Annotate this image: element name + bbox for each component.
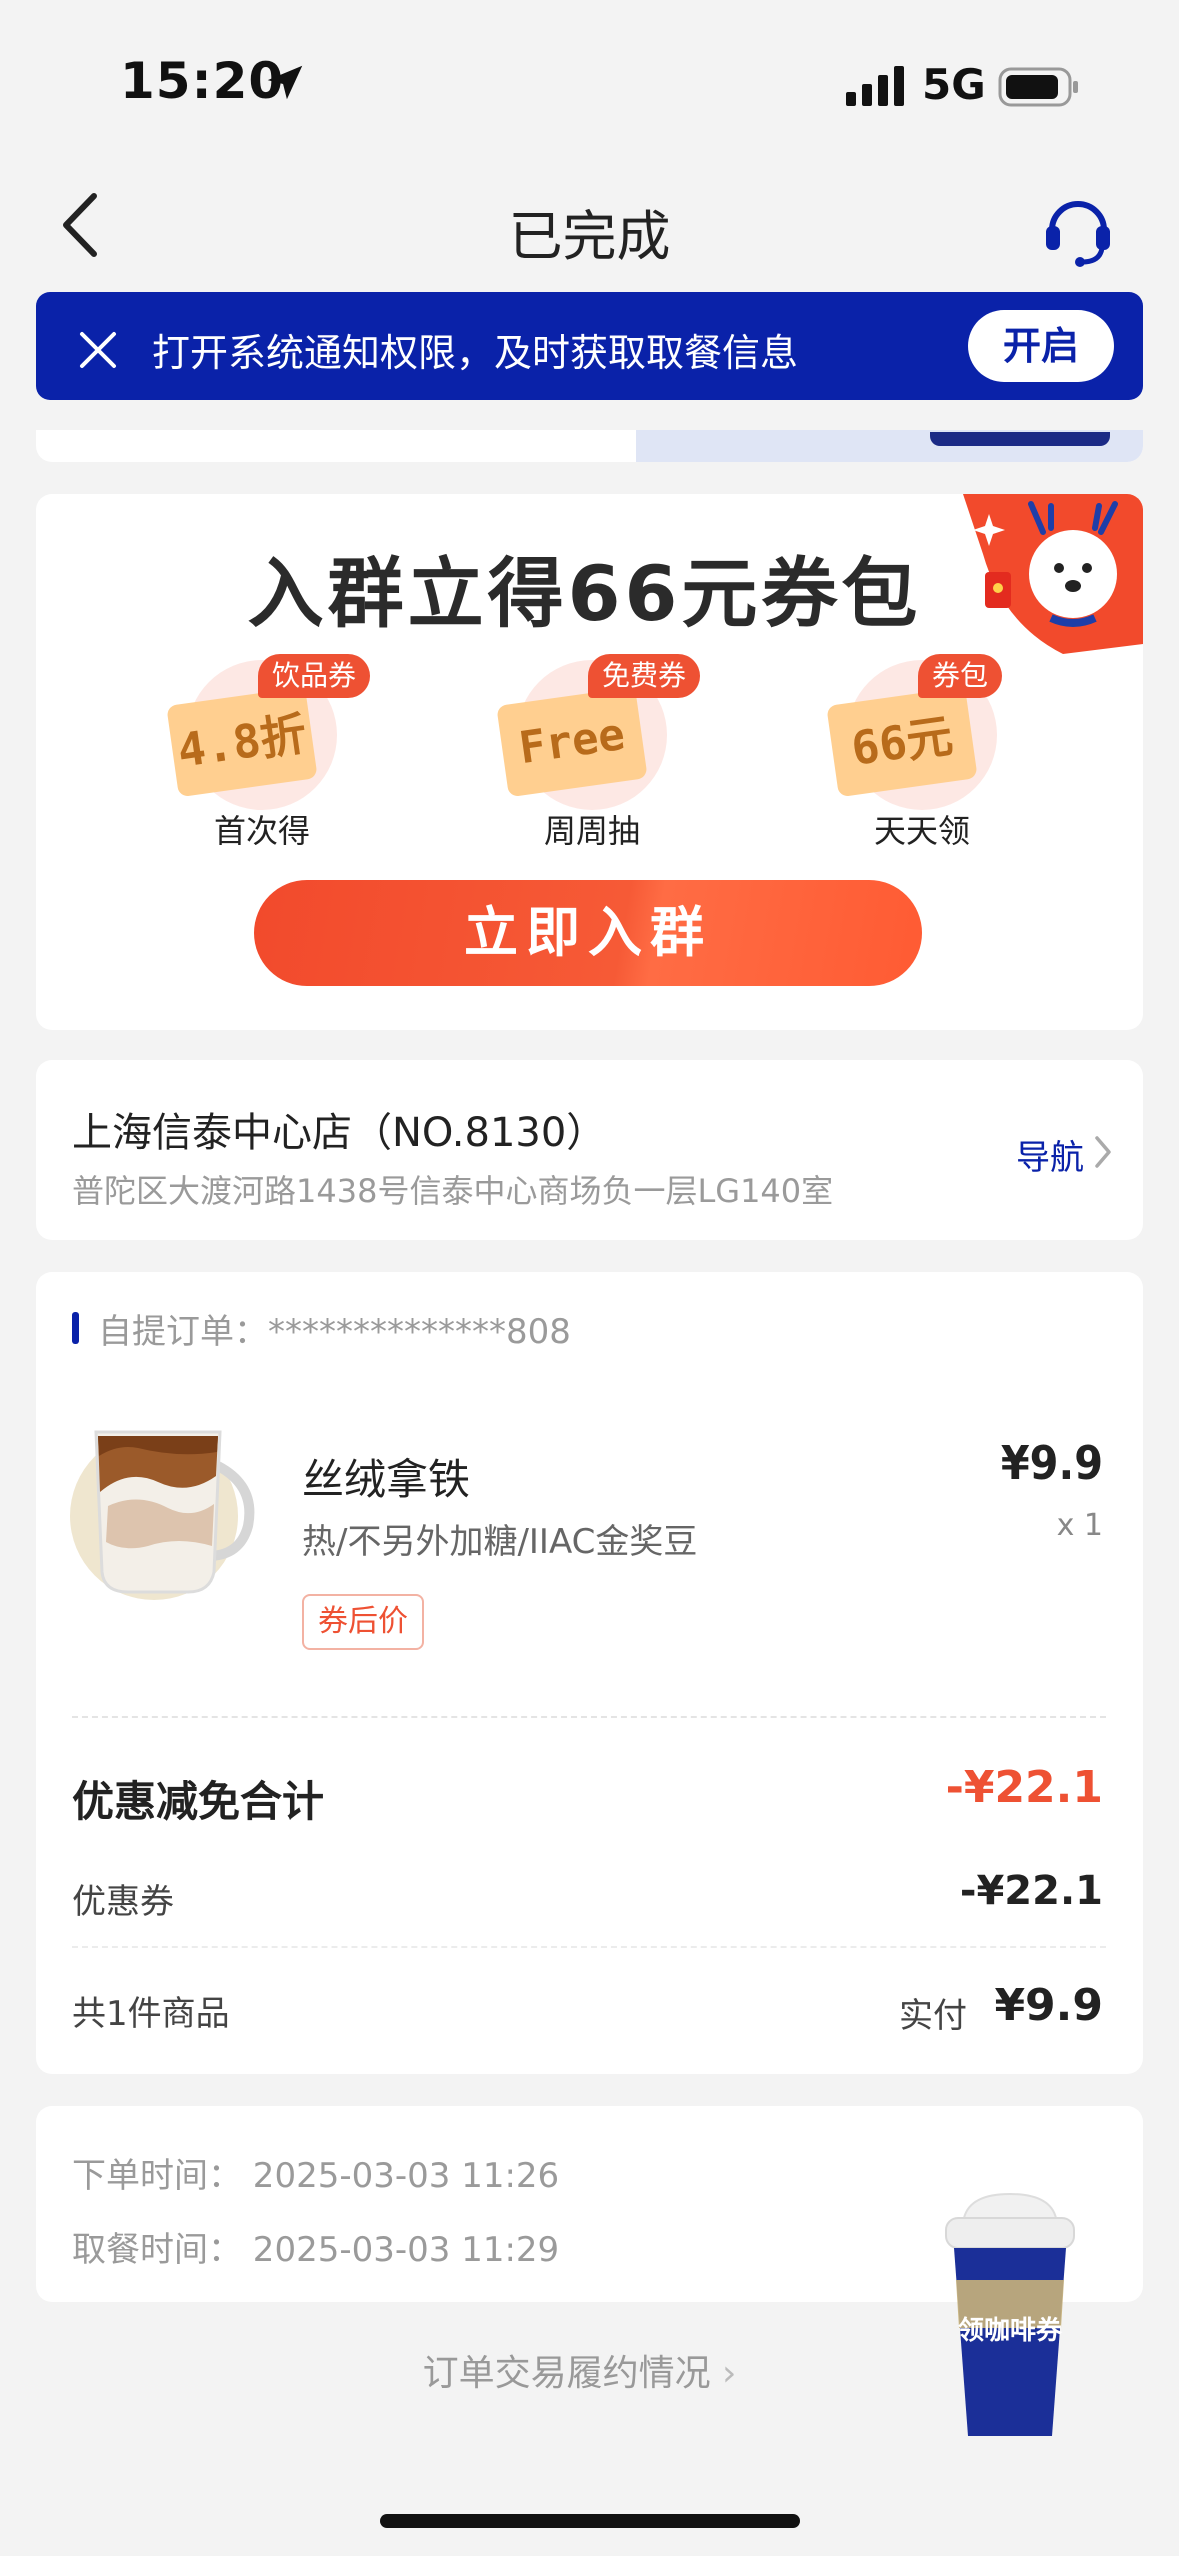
status-time: 15:20: [120, 52, 285, 110]
product-name: 丝绒拿铁: [302, 1455, 471, 1504]
item-count-label: 共1件商品: [72, 1994, 230, 2034]
order-number-row: 自提订单：**************808: [98, 1304, 571, 1353]
order-number: **************808: [268, 1312, 571, 1352]
coupon-drink: 4.8折 饮品券 首次得: [142, 654, 382, 860]
coupon-line-value: -¥22.1: [959, 1868, 1103, 1914]
coupon-ticket-icon: 4.8折: [166, 686, 318, 798]
coupon-ticket-icon: 66元: [826, 686, 978, 798]
home-indicator[interactable]: [380, 2514, 800, 2528]
coupon-label: 周周抽: [543, 812, 640, 850]
product-quantity: x 1: [1056, 1508, 1103, 1543]
coupon-badge: 券包: [918, 654, 1003, 698]
banner-image-detail: [930, 432, 1110, 446]
paid-label: 实付: [899, 1996, 967, 2036]
battery-icon: [998, 67, 1078, 107]
product-price: ¥9.9: [1000, 1436, 1103, 1490]
coupon-badge: 免费券: [588, 654, 701, 698]
join-group-button[interactable]: 立即入群: [254, 880, 922, 986]
coupon-ticket-icon: Free: [496, 686, 648, 798]
divider: [72, 1946, 1106, 1948]
store-name: 上海信泰中心店（NO.8130）: [72, 1110, 607, 1156]
discount-total-value: -¥22.1: [945, 1762, 1103, 1813]
customer-service-headset-icon[interactable]: [1040, 188, 1116, 268]
signal-icon: [846, 66, 904, 106]
close-icon[interactable]: [78, 330, 118, 370]
location-arrow-icon: [267, 65, 303, 100]
product-spec: 热/不另外加糖/IIAC金奖豆: [302, 1522, 698, 1562]
navigation-link[interactable]: 导航: [1016, 1130, 1084, 1179]
coupon-label: 首次得: [213, 812, 310, 850]
store-address: 普陀区大渡河路1438号信泰中心商场负一层LG140室: [72, 1172, 834, 1210]
group-promo-title: 入群立得66元券包: [247, 549, 922, 638]
coupon-free: Free 免费券 周周抽: [472, 654, 712, 860]
coupon-badge: 饮品券: [258, 654, 371, 698]
pickup-time: 取餐时间： 2025-03-03 11:29: [72, 2230, 560, 2270]
notice-text: 打开系统通知权限，及时获取取餐信息: [152, 331, 799, 375]
page-title: 已完成: [508, 205, 671, 268]
coupon-package: 66元 券包 天天领: [802, 654, 1042, 860]
enable-notification-button[interactable]: 开启: [968, 310, 1114, 382]
paid-value: ¥9.9: [994, 1980, 1103, 2031]
latte-product-image: [70, 1430, 255, 1600]
order-card: [36, 1272, 1143, 2074]
coupon-line-label: 优惠券: [72, 1882, 174, 1922]
chevron-right-icon: ›: [722, 2353, 737, 2394]
discount-total-label: 优惠减免合计: [72, 1777, 325, 1826]
section-marker: [72, 1312, 79, 1344]
after-coupon-tag: 券后价: [302, 1594, 424, 1650]
order-time: 下单时间： 2025-03-03 11:26: [72, 2156, 560, 2196]
divider: [72, 1716, 1106, 1718]
order-type-label: 自提订单：: [98, 1312, 268, 1352]
coffee-coupon-text[interactable]: 领咖啡券: [940, 2310, 1080, 2347]
coupon-label: 天天领: [873, 812, 970, 850]
network-type: 5G: [922, 60, 986, 109]
chevron-right-icon[interactable]: [1092, 1134, 1114, 1170]
fulfillment-link-label: 订单交易履约情况: [422, 2353, 711, 2394]
